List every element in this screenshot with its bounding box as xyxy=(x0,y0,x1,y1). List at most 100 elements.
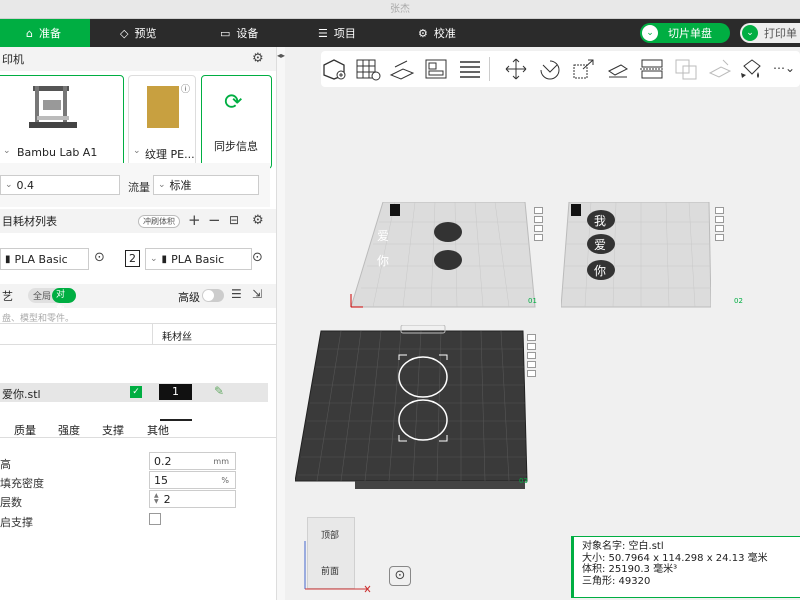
process-header: 艺 xyxy=(2,290,13,303)
arrange-plate-icon[interactable] xyxy=(715,216,724,223)
plate-number: 02 xyxy=(734,297,743,305)
plate-card[interactable]: ⓘ ⌄ 纹理 PE... xyxy=(128,75,196,169)
subtab-strength[interactable]: 强度 xyxy=(58,422,80,438)
move-icon[interactable] xyxy=(503,57,529,81)
orient-plate-icon[interactable] xyxy=(715,225,724,232)
orient-plate-icon[interactable] xyxy=(534,225,543,232)
orient-plate-icon[interactable] xyxy=(527,352,536,359)
slice-plate-button[interactable]: ⌄ 切片单盘 xyxy=(640,23,730,43)
split-layers-icon[interactable] xyxy=(457,57,483,81)
color-paint-icon[interactable] xyxy=(739,57,765,81)
flush-volume-button[interactable]: 冲刷体积 xyxy=(138,215,180,228)
scale-icon[interactable] xyxy=(571,57,597,81)
layer-height-input[interactable]: 0.2 mm xyxy=(149,452,236,470)
object-printable-checkbox[interactable]: ✓ xyxy=(130,386,142,398)
plate-02[interactable] xyxy=(561,202,711,312)
wall-loops-stepper[interactable]: ▲ ▼ 2 xyxy=(149,490,236,508)
compare-icon[interactable]: ⇲ xyxy=(252,287,262,301)
plate-01[interactable] xyxy=(345,202,545,312)
cut-icon[interactable] xyxy=(639,57,665,81)
active-subtab-indicator xyxy=(160,419,192,421)
object-label[interactable]: 对象 xyxy=(52,288,76,315)
filament-slot-2[interactable]: ⌄ ▮ PLA Basic xyxy=(145,248,252,270)
arrange-plate-icon[interactable] xyxy=(534,216,543,223)
add-plate-icon[interactable] xyxy=(355,57,381,81)
object-row[interactable]: 爱你.stl ✓ 1 ✎ xyxy=(0,383,268,402)
sync-ams-icon[interactable]: ⊟ xyxy=(229,213,239,227)
auto-orient-icon[interactable] xyxy=(389,57,415,81)
filament-slot-1[interactable]: ▮ PLA Basic xyxy=(0,248,89,270)
filament-slot-number: 2 xyxy=(125,250,140,267)
monitor-icon: ▭ xyxy=(220,26,231,40)
filament-material: PLA Basic xyxy=(14,252,68,266)
print-plate-button[interactable]: ⌄ 打印单 xyxy=(740,23,800,43)
gear-icon[interactable]: ⚙ xyxy=(252,51,264,66)
collapse-panel-icon[interactable]: ◂▸ xyxy=(277,51,285,60)
more-options-icon[interactable]: ⊙ xyxy=(252,250,263,265)
chevron-down-icon: ⌄ xyxy=(158,180,166,190)
chevron-down-icon: ⌄ xyxy=(150,254,158,264)
object-info-panel: 对象名字: 空白.stl 大小: 50.7964 x 114.298 x 24.… xyxy=(571,536,800,598)
lock-plate-icon[interactable] xyxy=(527,361,536,368)
lay-on-face-icon[interactable] xyxy=(605,57,631,81)
printer-header: 印机 xyxy=(2,53,24,66)
printer-name: Bambu Lab A1 xyxy=(17,146,98,159)
lock-plate-icon[interactable] xyxy=(534,234,543,241)
plate-02-char: 我 xyxy=(594,214,607,228)
stepper-arrows-icon[interactable]: ▲ ▼ xyxy=(154,493,159,505)
list-icon[interactable]: ☰ xyxy=(231,287,242,301)
add-icon[interactable]: + xyxy=(188,211,201,229)
close-plate-icon[interactable] xyxy=(527,334,536,341)
remove-icon[interactable]: − xyxy=(208,211,221,229)
more-options-icon[interactable]: ⊙ xyxy=(94,250,105,265)
paint-brush-icon[interactable]: ✎ xyxy=(214,384,224,398)
flow-select[interactable]: ⌄ 标准 xyxy=(153,175,259,195)
arrange-icon[interactable] xyxy=(423,57,449,81)
nozzle-select[interactable]: ⌄ 0.4 xyxy=(0,175,120,195)
subtab-support[interactable]: 支撑 xyxy=(102,422,124,438)
subtab-others[interactable]: 其他 xyxy=(147,422,169,438)
infill-density-input[interactable]: 15 % xyxy=(149,471,236,489)
tab-project[interactable]: ☰ 项目 xyxy=(308,19,366,47)
arrange-plate-icon[interactable] xyxy=(527,343,536,350)
close-plate-icon[interactable] xyxy=(715,207,724,214)
gear-icon[interactable]: ⚙ xyxy=(252,213,264,228)
plate-03[interactable] xyxy=(295,325,530,497)
chevron-down-icon[interactable]: ⌄ xyxy=(742,25,758,41)
subtab-quality[interactable]: 质量 xyxy=(14,422,36,438)
chevron-down-icon[interactable]: ⌄ xyxy=(3,146,11,156)
boolean-icon[interactable] xyxy=(673,57,699,81)
chevron-down-icon[interactable]: ⌄ xyxy=(133,146,141,156)
chevron-down-icon[interactable]: ⌄ xyxy=(642,25,658,41)
tab-calibrate[interactable]: ⚙ 校准 xyxy=(408,19,466,47)
flow-value: 标准 xyxy=(169,179,192,192)
tab-prepare[interactable]: ⌂ 准备 xyxy=(0,19,90,47)
more-tools-icon[interactable]: ⋯⌄ xyxy=(773,61,795,75)
add-object-icon[interactable] xyxy=(321,57,347,81)
global-object-toggle[interactable]: 全局 对象 xyxy=(28,288,76,315)
rotate-icon[interactable] xyxy=(537,57,563,81)
fit-view-icon[interactable]: ⊙ xyxy=(389,566,411,586)
advanced-toggle[interactable] xyxy=(202,289,224,302)
printer-image xyxy=(29,86,77,128)
close-plate-icon[interactable] xyxy=(534,207,543,214)
tab-preview[interactable]: ◇ 预览 xyxy=(110,19,166,47)
sync-info-button[interactable]: ⟳ 同步信息 xyxy=(201,75,272,169)
support-paint-icon[interactable] xyxy=(707,57,733,81)
param-value: 0.2 xyxy=(154,454,172,468)
printer-card[interactable]: ⌄ Bambu Lab A1 xyxy=(0,75,124,169)
panel-splitter[interactable]: ◂▸ xyxy=(277,47,285,600)
object-filament-badge[interactable]: 1 xyxy=(159,384,192,400)
sync-label: 同步信息 xyxy=(214,140,258,153)
3d-viewport[interactable]: ⋯⌄ 爱 你 01 我 爱 你 02 03 顶部 前面 ⊙ 对象名字: 空白.s… xyxy=(285,47,800,600)
top-nav: ⌂ 准备 ◇ 预览 ▭ 设备 ☰ 项目 ⚙ 校准 ⌄ 切片单盘 ⌄ 打印单 xyxy=(0,19,800,47)
settings-plate-icon[interactable] xyxy=(527,370,536,377)
param-label: 启支撑 xyxy=(0,516,33,529)
lock-plate-icon[interactable] xyxy=(715,234,724,241)
global-label[interactable]: 全局 xyxy=(33,289,51,302)
enable-support-checkbox[interactable] xyxy=(149,513,161,525)
tab-device[interactable]: ▭ 设备 xyxy=(210,19,268,47)
object-toolbar: ⋯⌄ xyxy=(321,51,800,87)
chevron-down-icon: ⌄ xyxy=(5,180,13,190)
info-icon[interactable]: ⓘ xyxy=(181,82,190,95)
